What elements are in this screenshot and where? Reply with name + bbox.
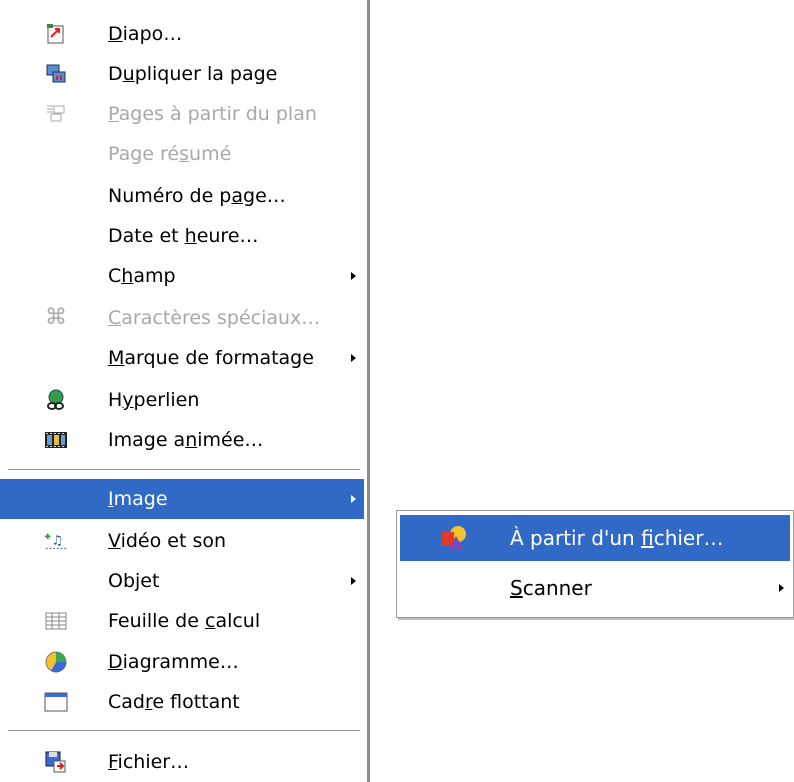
menu-item-marque-formatage[interactable]: Marque de formatage [0,338,364,378]
menu-separator [8,469,360,471]
chart-icon [44,650,68,674]
submenu-arrow-icon [351,495,356,503]
menu-item-label: Feuille de calcul [108,610,261,632]
submenu-arrow-icon [351,272,356,280]
menu-item-video-son[interactable]: ♫ Vidéo et son [0,521,364,561]
menu-item-label: Diapo… [108,23,183,45]
animated-image-icon [44,428,68,452]
insert-menu: Diapo… Dupliquer la page Pages à partir … [0,0,370,782]
menu-item-label: Marque de formatage [108,347,314,369]
menu-item-date-heure[interactable]: Date et heure… [0,216,364,256]
menu-item-label: Numéro de page… [108,185,286,207]
submenu-arrow-icon [351,354,356,362]
svg-text:♫: ♫ [51,534,63,549]
menu-item-label: Image [108,488,168,510]
menu-item-label: Page résumé [108,143,232,165]
menu-item-caracteres-speciaux: ⌘ Caractères spéciaux… [0,298,364,338]
menu-item-numero-page[interactable]: Numéro de page… [0,176,364,216]
menu-item-feuille-calcul[interactable]: Feuille de calcul [0,601,364,641]
new-slide-icon [44,22,68,46]
floating-frame-icon [44,690,68,714]
menu-item-label: Dupliquer la page [108,63,278,85]
menu-item-label: Objet [108,570,160,592]
menu-item-label: Date et heure… [108,225,259,247]
menu-item-label: Champ [108,265,176,287]
menu-item-pages-plan: Pages à partir du plan [0,94,364,134]
menu-item-fichier[interactable]: Fichier… [0,742,364,782]
menu-item-image[interactable]: Image [0,479,364,519]
menu-item-diagramme[interactable]: Diagramme… [0,642,364,682]
menu-item-image-animee[interactable]: Image animée… [0,420,364,460]
menu-item-label: Diagramme… [108,651,239,673]
menu-item-label: Fichier… [108,751,190,773]
menu-item-diapo[interactable]: Diapo… [0,14,364,54]
menu-item-label: Vidéo et son [108,530,227,552]
expand-slide-icon [44,102,68,126]
menu-item-label: Image animée… [108,429,264,451]
menu-item-label: Caractères spéciaux… [108,307,321,329]
special-character-icon: ⌘ [45,305,67,330]
submenu-arrow-icon [779,584,784,592]
menu-item-champ[interactable]: Champ [0,256,364,296]
submenu-item-scanner[interactable]: Scanner [400,565,790,611]
hyperlink-icon [44,388,68,412]
video-sound-icon: ♫ [44,529,68,553]
insert-file-icon [44,750,68,774]
menu-item-page-resume: Page résumé [0,134,364,174]
submenu-arrow-icon [351,577,356,585]
from-file-icon [440,524,470,552]
submenu-item-label: À partir d'un fichier… [510,526,724,550]
menu-item-label: Pages à partir du plan [108,103,317,125]
submenu-item-from-file[interactable]: À partir d'un fichier… [400,515,790,561]
menu-item-dupliquer-page[interactable]: Dupliquer la page [0,54,364,94]
spreadsheet-icon [44,609,68,633]
duplicate-page-icon [44,62,68,86]
menu-item-cadre-flottant[interactable]: Cadre flottant [0,682,364,722]
menu-item-objet[interactable]: Objet [0,561,364,601]
menu-item-label: Cadre flottant [108,691,240,713]
menu-item-label: Hyperlien [108,389,200,411]
image-submenu: À partir d'un fichier… Scanner [396,510,794,618]
menu-separator [8,730,360,732]
menu-item-hyperlien[interactable]: Hyperlien [0,380,364,420]
submenu-item-label: Scanner [510,576,592,600]
